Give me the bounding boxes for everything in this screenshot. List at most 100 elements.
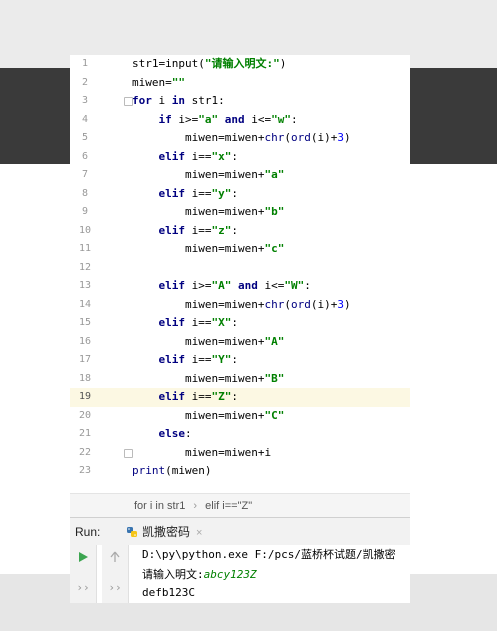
code-token: i== — [185, 316, 212, 329]
console-user-input: abcy123Z — [203, 568, 257, 581]
code-token: "z" — [211, 223, 232, 237]
code-token: miwen=miwen+ — [132, 242, 265, 255]
run-tab-label: 凯撒密码 — [142, 525, 191, 539]
line-number: 10 — [78, 224, 92, 236]
code-token: : — [231, 316, 238, 329]
line-number: 6 — [81, 150, 89, 162]
code-token: else — [158, 427, 186, 440]
code-text: else: — [132, 425, 192, 444]
code-token: chr — [264, 297, 285, 311]
code-text: str1=input("请输入明文:") — [132, 55, 286, 74]
code-token: elif — [158, 149, 186, 163]
fold-close-icon[interactable] — [124, 448, 133, 458]
ide-window: for i in str1 › elif i=="Z" Run: 凯撒密码 × ›… — [70, 55, 410, 603]
code-line[interactable]: 19 elif i=="Z": — [70, 388, 410, 407]
code-token: miwen=miwen+ — [132, 131, 265, 144]
code-line[interactable]: 5 miwen=miwen+chr(ord(i)+3) — [70, 129, 410, 148]
code-token: miwen=miwen+ — [132, 371, 265, 385]
code-line[interactable]: 17 elif i=="Y": — [70, 351, 410, 370]
code-line[interactable]: 2 miwen="" — [70, 74, 410, 93]
code-token: ord — [290, 131, 311, 144]
code-token: "x" — [211, 149, 232, 163]
code-token: i== — [185, 186, 212, 200]
code-token: i>= — [185, 279, 212, 292]
code-line[interactable]: 9 miwen=miwen+"b" — [70, 203, 410, 222]
code-line[interactable]: 7 miwen=miwen+"a" — [70, 166, 410, 185]
run-tab[interactable]: 凯撒密码 × — [120, 518, 208, 546]
code-token: elif — [158, 316, 186, 329]
code-line[interactable]: 14 miwen=miwen+chr(ord(i)+3) — [70, 296, 410, 315]
code-text: elif i=="y": — [132, 185, 239, 204]
code-token: : — [231, 353, 238, 366]
double-chevron-icon[interactable]: ›› — [102, 581, 128, 594]
code-token: (i)+ — [310, 297, 338, 311]
code-token: "C" — [264, 408, 285, 422]
code-token: ) — [343, 131, 351, 144]
code-token: str1: — [185, 94, 225, 107]
code-token: elif — [158, 279, 186, 292]
line-number: 14 — [78, 298, 92, 310]
code-token: miwen=miwen+ — [132, 168, 265, 181]
code-line[interactable]: 22 miwen=miwen+i — [70, 444, 410, 463]
code-token: : — [231, 149, 238, 163]
code-line[interactable]: 8 elif i=="y": — [70, 185, 410, 204]
code-line[interactable]: 6 elif i=="x": — [70, 148, 410, 167]
code-token: i== — [185, 353, 212, 366]
code-line[interactable]: 1 str1=input("请输入明文:") — [70, 55, 410, 74]
up-arrow-icon[interactable] — [102, 551, 128, 566]
line-number: 9 — [81, 206, 89, 217]
code-token: elif — [158, 353, 186, 366]
code-line[interactable]: 16 miwen=miwen+"A" — [70, 333, 410, 352]
code-line[interactable]: 18 miwen=miwen+"B" — [70, 370, 410, 389]
code-token: (i)+ — [310, 131, 338, 144]
code-text: miwen=miwen+i — [132, 444, 271, 463]
code-line[interactable]: 4 if i>="a" and i<="w": — [70, 111, 410, 130]
code-line[interactable]: 13 elif i>="A" and i<="W": — [70, 277, 410, 296]
code-token: i== — [185, 149, 212, 163]
code-line[interactable]: 10 elif i=="z": — [70, 222, 410, 241]
code-text: elif i>="A" and i<="W": — [132, 277, 311, 296]
code-token: ( — [284, 297, 291, 311]
code-line[interactable]: 20 miwen=miwen+"C" — [70, 407, 410, 426]
code-line[interactable]: 21 else: — [70, 425, 410, 444]
code-text: miwen=miwen+"b" — [132, 203, 284, 222]
code-line[interactable]: 3 for i in str1: — [70, 92, 410, 111]
breadcrumb-item-elif[interactable]: elif i=="Z" — [205, 494, 252, 518]
code-line[interactable]: 15 elif i=="X": — [70, 314, 410, 333]
code-token: miwen=miwen+ — [132, 334, 265, 348]
line-number: 13 — [78, 280, 92, 291]
code-token: print — [132, 464, 166, 477]
line-number: 12 — [78, 261, 92, 273]
run-toolbar-right: ›› — [102, 545, 129, 603]
code-line[interactable]: 23 print(miwen) — [70, 462, 410, 481]
code-token: i — [151, 94, 172, 107]
breadcrumb-separator: › — [193, 500, 198, 512]
double-chevron-icon[interactable]: ›› — [70, 581, 96, 594]
code-token: ) — [279, 57, 287, 70]
line-number: 11 — [78, 243, 92, 254]
code-token: miwen=miwen+i — [132, 445, 272, 459]
run-icon[interactable] — [70, 551, 96, 566]
code-text: miwen=miwen+"c" — [132, 240, 284, 259]
code-token: : — [231, 390, 238, 403]
run-panel-header: Run: 凯撒密码 × — [70, 517, 410, 547]
close-icon[interactable]: × — [196, 527, 202, 539]
fold-open-icon[interactable] — [124, 97, 133, 106]
code-token: : — [185, 427, 192, 440]
line-number: 22 — [78, 446, 92, 458]
code-token: miwen=miwen+ — [132, 408, 265, 422]
breadcrumb-item-for[interactable]: for i in str1 — [134, 494, 185, 518]
code-token: chr — [264, 131, 285, 144]
code-line[interactable]: 11 miwen=miwen+"c" — [70, 240, 410, 259]
breadcrumb: for i in str1 › elif i=="Z" — [70, 493, 410, 518]
run-console: ›› ›› D:\py\python.exe F:/pcs/蓝桥杯试题/凯撒密 … — [70, 545, 410, 603]
line-number: 15 — [78, 317, 92, 328]
code-line[interactable]: 12 — [70, 259, 410, 278]
code-token: i== — [185, 390, 212, 403]
python-icon — [127, 527, 137, 537]
code-token: i== — [185, 223, 212, 237]
